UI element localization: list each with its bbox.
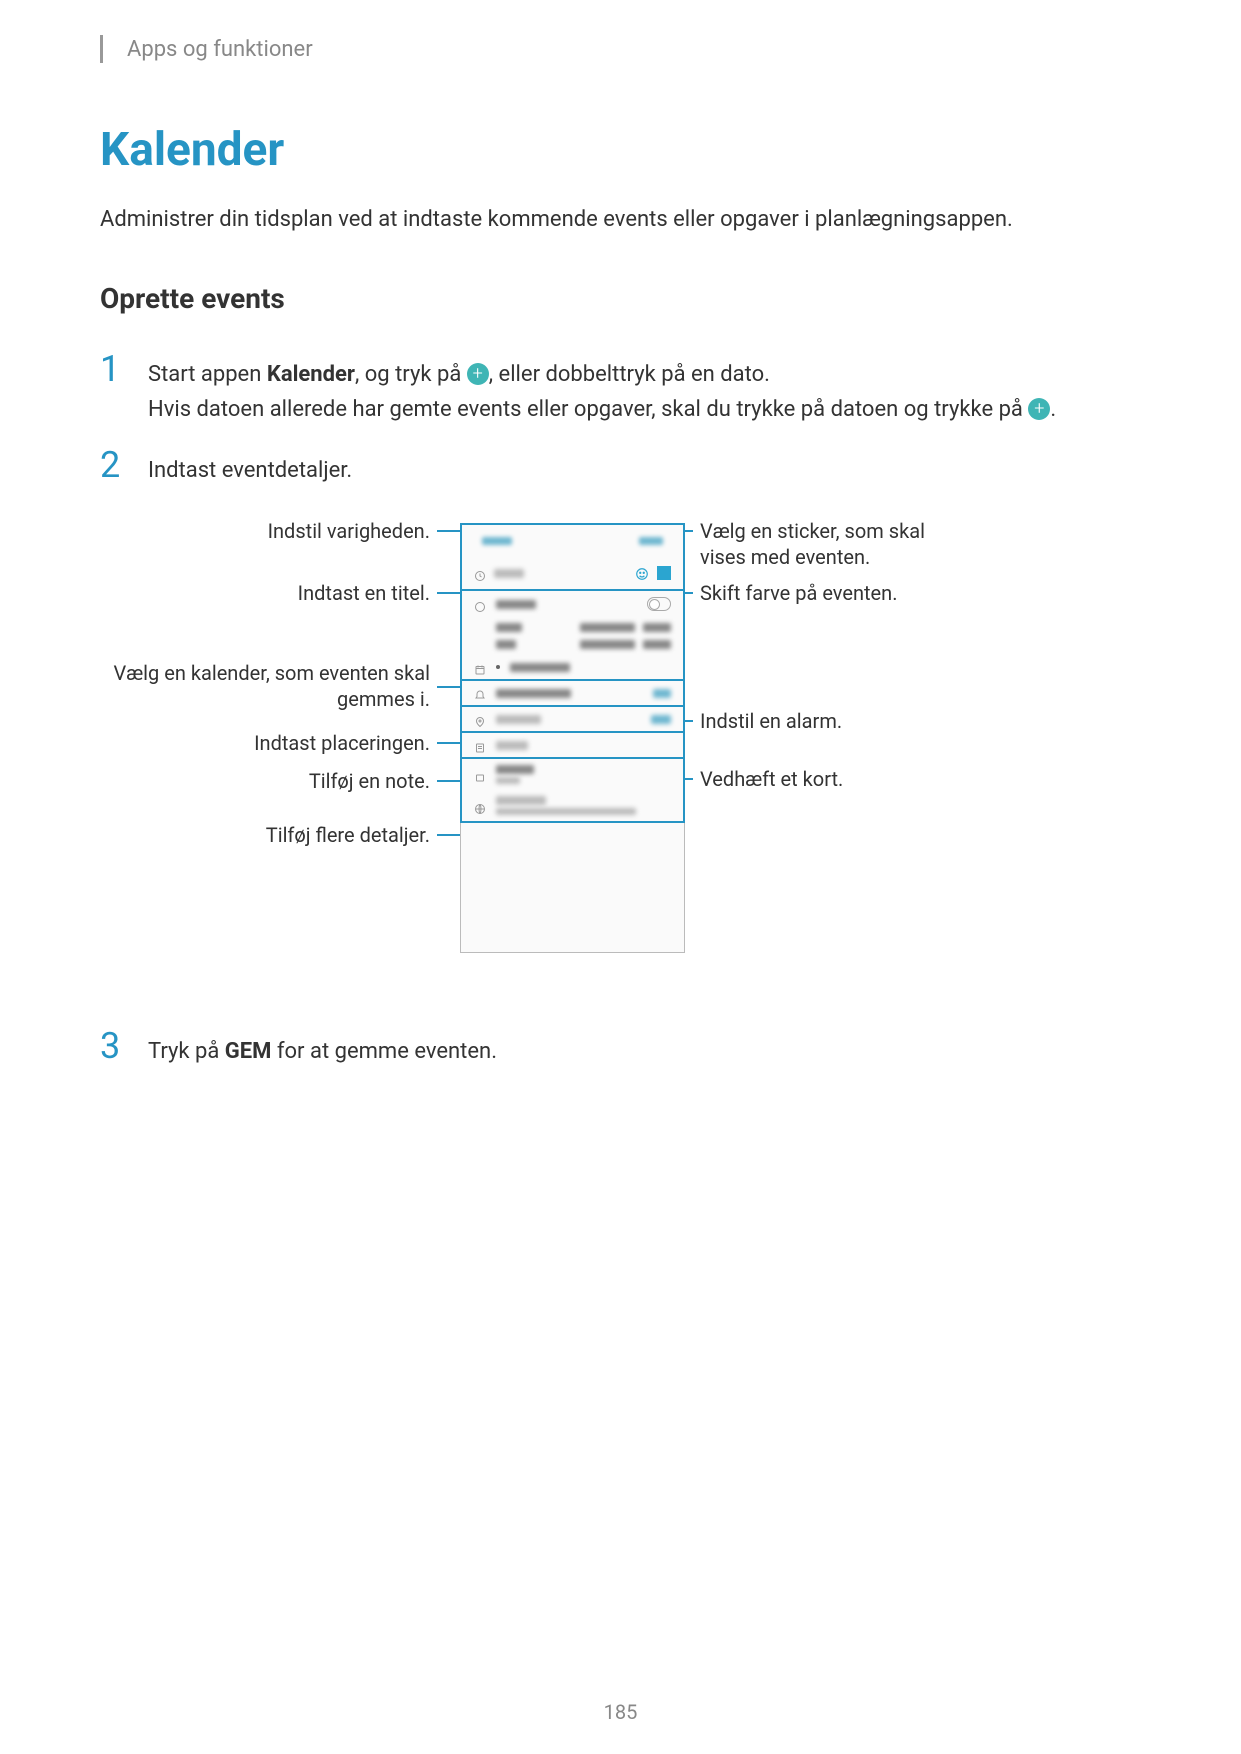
start-label-blurred: [496, 623, 522, 632]
intro-paragraph: Administrer din tidsplan ved at indtaste…: [100, 205, 1141, 236]
all-day-label-blurred: [496, 600, 536, 609]
all-day-toggle: [647, 597, 671, 611]
plus-icon: +: [467, 363, 489, 385]
clock-icon: [474, 567, 486, 579]
callout-location: Indtast placeringen.: [100, 730, 430, 756]
callout-map: Vedhæft et kort.: [700, 766, 960, 792]
date-blurred: [580, 623, 635, 632]
repeat-row: [462, 759, 683, 790]
page-number: 185: [604, 1700, 638, 1724]
dot-icon: [496, 665, 500, 669]
calendar-icon: [474, 661, 486, 673]
all-day-row: [462, 591, 683, 617]
text-bold: Kalender: [267, 362, 355, 387]
alarm-label-blurred: [496, 689, 571, 698]
section-heading: Oprette events: [100, 282, 1141, 315]
globe-icon: [474, 800, 486, 812]
page-header: Apps og funktioner: [100, 35, 1141, 63]
timezone-row: [462, 790, 683, 821]
step-2: 2 Indtast eventdetaljer.: [100, 447, 1141, 488]
location-placeholder-blurred: [496, 715, 541, 724]
callout-more: Tilføj flere detaljer.: [100, 822, 430, 848]
text: Start appen: [148, 362, 267, 387]
callout-color: Skift farve på eventen.: [700, 580, 960, 606]
header-divider: [100, 35, 103, 63]
time-blurred: [643, 640, 671, 649]
text: .: [1050, 397, 1056, 422]
map-action-blurred: [651, 715, 671, 724]
text: for at gemme eventen.: [271, 1039, 497, 1064]
step-3: 3 Tryk på GEM for at gemme eventen.: [100, 1028, 1141, 1069]
date-blurred: [580, 640, 635, 649]
color-swatch-icon: [657, 566, 671, 580]
repeat-value-blurred: [496, 777, 520, 784]
bell-icon: [474, 687, 486, 699]
note-icon: [474, 739, 486, 751]
plus-icon: +: [1028, 398, 1050, 420]
alarm-row: [460, 681, 685, 707]
text: , eller dobbelttryk på en dato.: [489, 362, 770, 387]
sticker-icon: [635, 566, 649, 580]
callout-sticker: Vælg en sticker, som skal vises med even…: [700, 518, 960, 570]
text: Tryk på: [148, 1039, 225, 1064]
text: Hvis datoen allerede har gemte events el…: [148, 397, 1028, 422]
note-placeholder-blurred: [496, 741, 528, 750]
repeat-icon: [474, 769, 486, 781]
phone-header-bar: [460, 523, 685, 557]
page-title: Kalender: [100, 123, 1141, 177]
callout-note: Tilføj en note.: [100, 768, 430, 794]
time-icon: [474, 598, 486, 610]
step-number: 1: [100, 351, 148, 387]
start-time-row: [462, 617, 683, 638]
event-title-row: [460, 557, 685, 591]
location-row: [460, 707, 685, 733]
phone-screenshot: [460, 523, 685, 953]
callout-duration: Indstil varigheden.: [100, 518, 430, 544]
text: , og tryk på: [355, 362, 467, 387]
end-time-row: [462, 638, 683, 655]
timezone-value-blurred: [496, 808, 636, 815]
calendar-name-blurred: [510, 663, 570, 672]
location-pin-icon: [474, 713, 486, 725]
time-blurred: [643, 623, 671, 632]
save-label-blurred: [639, 537, 663, 545]
step-content: Indtast eventdetaljer.: [148, 447, 1141, 488]
annotated-screenshot-diagram: Indstil varigheden. Indtast en titel. Væ…: [100, 508, 1141, 988]
step-content: Tryk på GEM for at gemme eventen.: [148, 1028, 1141, 1069]
timezone-label-blurred: [496, 796, 546, 805]
alarm-action-blurred: [653, 689, 671, 698]
text-bold: GEM: [225, 1039, 272, 1064]
step-content: Start appen Kalender, og tryk på +, elle…: [148, 351, 1141, 427]
step-number: 2: [100, 447, 148, 483]
cancel-label-blurred: [482, 537, 512, 545]
callout-alarm: Indstil en alarm.: [700, 708, 960, 734]
header-breadcrumb: Apps og funktioner: [127, 37, 313, 62]
callout-calendar: Vælg en kalender, som eventen skal gemme…: [100, 660, 430, 712]
calendar-select-row: [460, 655, 685, 681]
end-label-blurred: [496, 640, 516, 649]
note-row: [460, 733, 685, 759]
step-number: 3: [100, 1028, 148, 1064]
title-placeholder-blurred: [494, 569, 524, 578]
repeat-label-blurred: [496, 765, 534, 774]
callout-title: Indtast en titel.: [100, 580, 430, 606]
step-1: 1 Start appen Kalender, og tryk på +, el…: [100, 351, 1141, 427]
